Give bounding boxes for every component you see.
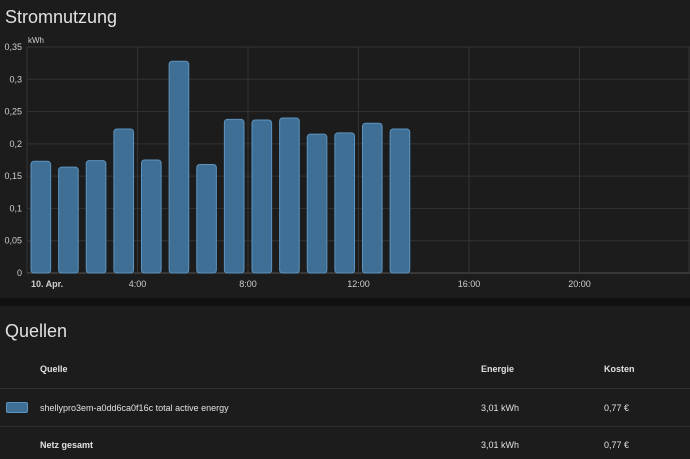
header-cost: Kosten (604, 364, 635, 374)
x-tick-label: 4:00 (129, 279, 147, 289)
table-divider (0, 388, 690, 389)
bar (306, 133, 328, 274)
bar (196, 164, 217, 274)
header-energy: Energie (481, 364, 515, 374)
y-tick-label: 0,05 (4, 236, 22, 246)
sources-card: Quellen Quelle Energie Kosten shellypro3… (0, 306, 690, 459)
bar (58, 166, 79, 274)
bar (389, 128, 411, 274)
total-cost: 0,77 € (604, 440, 630, 450)
y-tick-label: 0,3 (9, 74, 22, 84)
bar (362, 122, 383, 274)
source-cost: 0,77 € (604, 403, 630, 413)
energy-usage-card: Stromnutzung 0 0,05 0,1 0,15 0,2 0,25 0,3 0,35 1… (0, 0, 690, 298)
x-tick-label: 8:00 (239, 279, 257, 289)
total-label: Netz gesamt (40, 440, 94, 450)
x-tick-label: 20:00 (568, 279, 591, 289)
x-tick-label: 16:00 (458, 279, 481, 289)
x-tick-label: 12:00 (347, 279, 370, 289)
total-energy: 3,01 kWh (481, 440, 520, 450)
sources-title: Quellen (5, 321, 68, 341)
total-divider (0, 426, 690, 427)
header-source: Quelle (40, 364, 68, 374)
y-tick-label: 0,25 (4, 107, 22, 117)
source-color-swatch (6, 402, 28, 413)
bar (141, 159, 162, 274)
y-tick-label: 0,15 (4, 171, 22, 181)
bar (279, 117, 300, 274)
source-name: shellypro3em-a0dd6ca0f16c total active e… (40, 403, 229, 413)
y-axis-unit-label: kWh (28, 36, 44, 45)
bar (251, 119, 273, 274)
y-tick-label: 0,1 (9, 203, 22, 213)
bar (85, 160, 107, 274)
bar (113, 128, 134, 274)
y-tick-label: 0 (17, 268, 22, 278)
y-tick-label: 0,35 (4, 42, 22, 52)
bar (334, 132, 355, 274)
bar (223, 118, 245, 274)
x-tick-label: 10. Apr. (31, 279, 63, 289)
source-energy: 3,01 kWh (481, 403, 520, 413)
bar (168, 60, 190, 274)
bar (30, 160, 52, 274)
energy-bar-chart: 0 0,05 0,1 0,15 0,2 0,25 0,3 0,35 10. Apr. 4:00 8:… (4, 36, 690, 289)
y-tick-label: 0,2 (9, 139, 22, 149)
